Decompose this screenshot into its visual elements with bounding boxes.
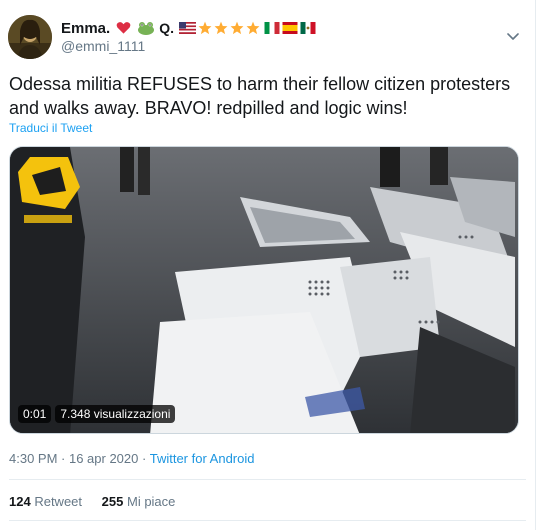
us-flag-icon bbox=[178, 22, 196, 34]
avatar-image bbox=[8, 15, 52, 59]
display-name[interactable]: Emma. bbox=[61, 20, 110, 37]
star-icon bbox=[214, 21, 228, 35]
tweet-source[interactable]: Twitter for Android bbox=[150, 451, 255, 466]
spain-flag-icon bbox=[282, 22, 298, 34]
avatar[interactable] bbox=[8, 15, 52, 59]
star-icon bbox=[230, 21, 244, 35]
likes-stat[interactable]: 255 Mi piace bbox=[102, 494, 176, 509]
video-player[interactable]: 0:01 7.348 visualizzazioni bbox=[9, 146, 519, 434]
likes-label: Mi piace bbox=[126, 494, 176, 509]
likes-count: 255 bbox=[101, 494, 124, 509]
tweet-text: Odessa militia REFUSES to harm their fel… bbox=[9, 74, 511, 118]
divider bbox=[9, 479, 526, 480]
badge-text: Q. bbox=[159, 20, 174, 36]
video-frame bbox=[10, 147, 518, 433]
frog-icon bbox=[138, 22, 155, 35]
retweets-stat[interactable]: 124 Retweet bbox=[9, 494, 86, 509]
tweet-card: Emma. Q. @emmi_1111 Odessa militia REFUS… bbox=[0, 0, 536, 530]
star-icon bbox=[198, 21, 212, 35]
user-handle[interactable]: @emmi_1111 bbox=[61, 38, 145, 54]
retweets-label: Retweet bbox=[34, 494, 83, 509]
retweets-count: 124 bbox=[9, 494, 31, 509]
meta-separator: · bbox=[138, 451, 150, 466]
mexico-flag-icon bbox=[300, 22, 316, 34]
meta-separator: · bbox=[57, 451, 69, 466]
video-elapsed: 0:01 bbox=[18, 405, 52, 423]
divider bbox=[9, 520, 526, 521]
user-name-row[interactable]: Emma. Q. bbox=[61, 18, 316, 38]
video-views: 7.348 visualizzazioni bbox=[55, 405, 176, 423]
tweet-date[interactable]: 16 apr 2020 bbox=[69, 451, 138, 466]
tweet-stats: 124 Retweet 255 Mi piace bbox=[9, 494, 191, 509]
tweet-meta: 4:30 PM · 16 apr 2020 · Twitter for Andr… bbox=[9, 451, 255, 466]
italy-flag-icon bbox=[264, 22, 280, 34]
heart-icon bbox=[116, 22, 131, 34]
name-badges: Q. bbox=[116, 20, 316, 36]
star-icon bbox=[246, 21, 260, 35]
chevron-down-icon[interactable] bbox=[505, 28, 521, 44]
video-overlay: 0:01 7.348 visualizzazioni bbox=[18, 405, 176, 423]
tweet-time[interactable]: 4:30 PM bbox=[9, 451, 57, 466]
translate-tweet-link[interactable]: Traduci il Tweet bbox=[9, 121, 92, 135]
